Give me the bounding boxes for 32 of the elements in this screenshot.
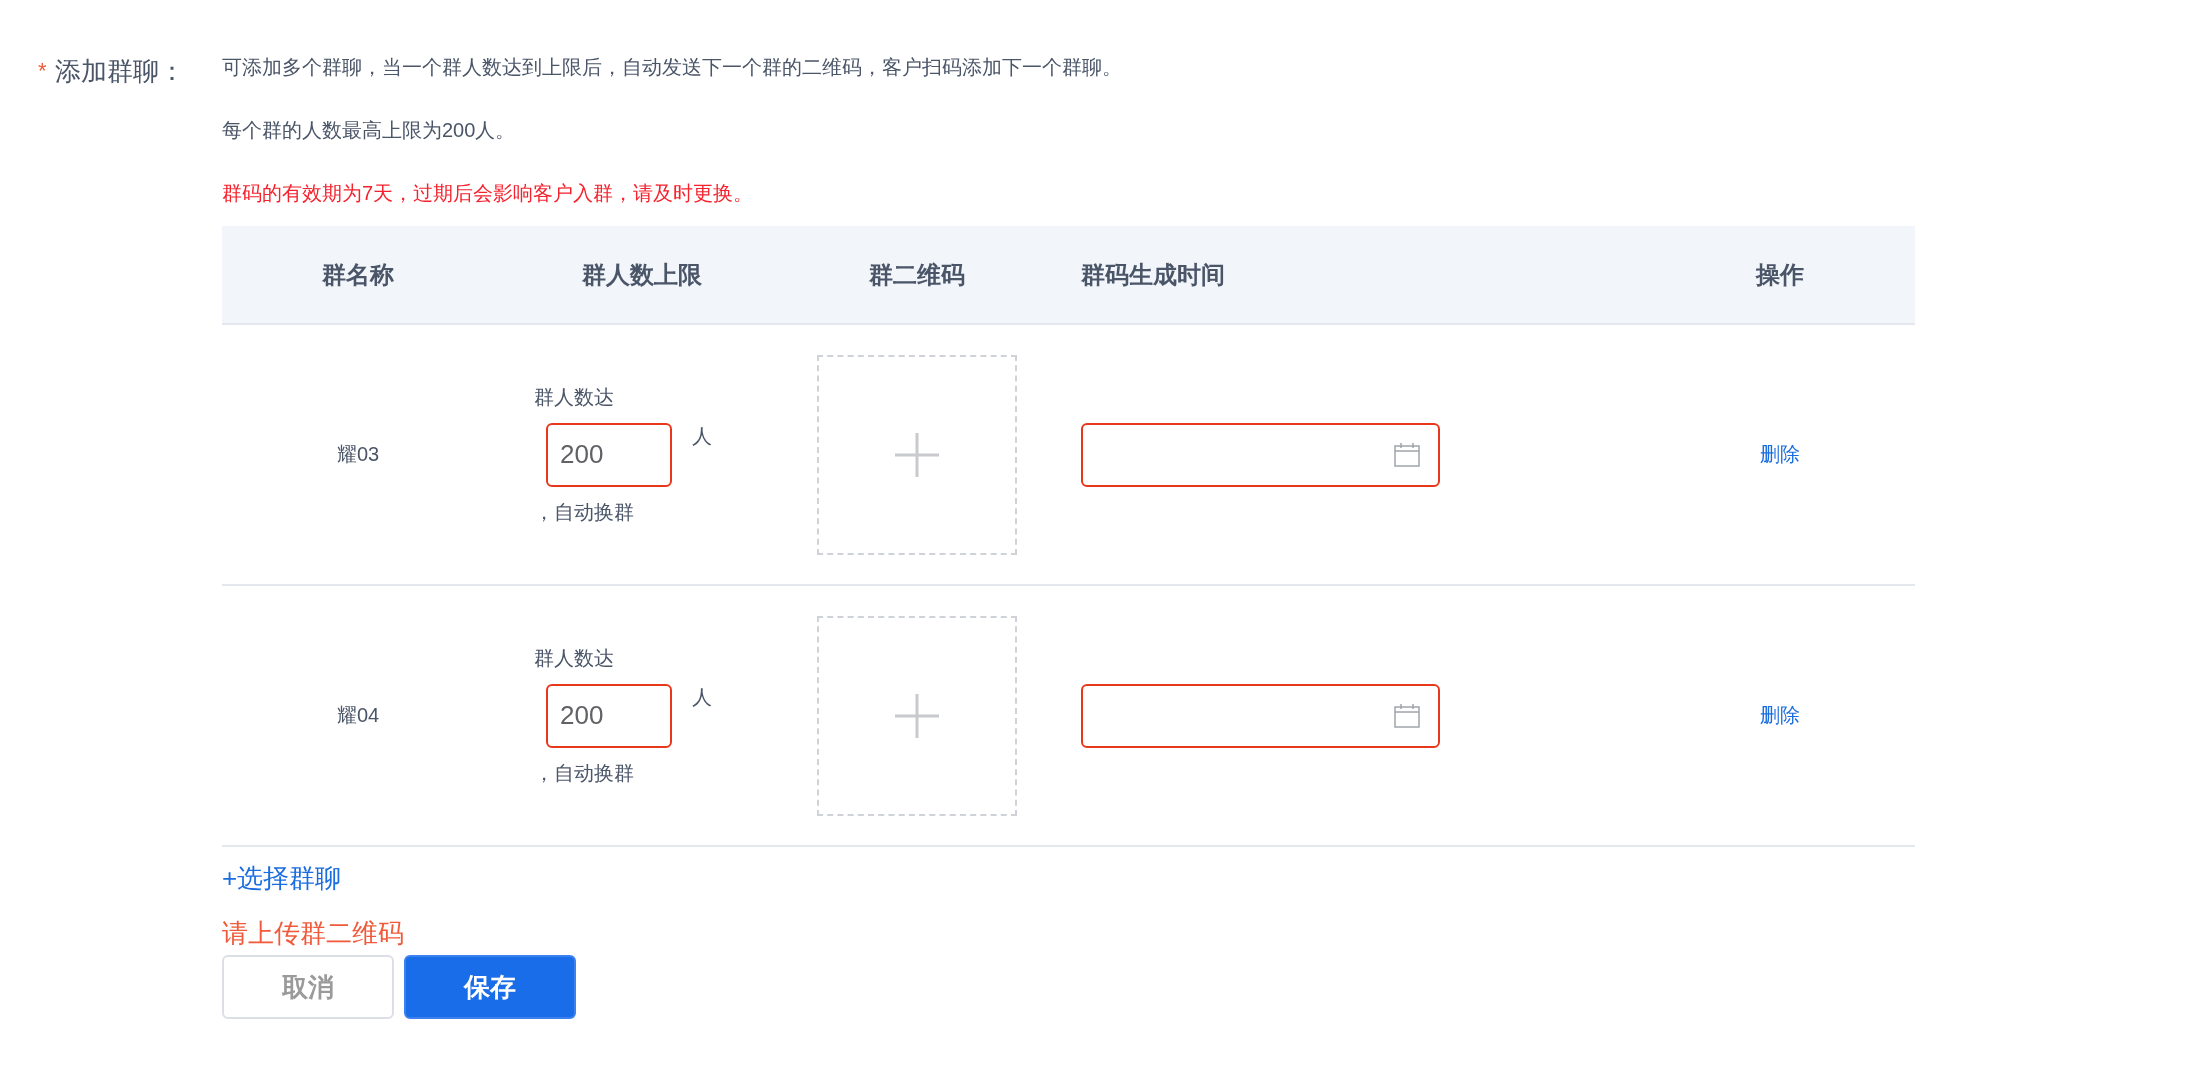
column-header: 操作 — [1644, 226, 1915, 325]
required-mark: * — [38, 57, 47, 85]
cancel-button[interactable]: 取消 — [222, 955, 394, 1019]
limit-input[interactable]: 200 — [546, 422, 672, 487]
column-header: 群二维码 — [789, 226, 1044, 325]
warning-text: 群码的有效期为7天，过期后会影响客户入群，请及时更换。 — [222, 181, 755, 206]
hint-text: 可添加多个群聊，当一个群人数达到上限后，自动发送下一个群的二维码，客户扫码添加下一个群聊。 — [222, 55, 1123, 80]
limit-suffix: ，自动换群 — [534, 499, 635, 525]
limit-label: 群人数达 — [534, 384, 615, 410]
error-message: 请上传群二维码 — [222, 917, 404, 950]
date-picker[interactable] — [1081, 683, 1440, 748]
date-picker[interactable] — [1081, 422, 1440, 487]
group-name: 耀03 — [336, 442, 380, 467]
group-name: 耀04 — [336, 703, 380, 728]
limit-label: 群人数达 — [534, 645, 615, 671]
delete-link[interactable]: 删除 — [1759, 441, 1800, 468]
unit-label: 人 — [692, 423, 712, 449]
limit-suffix: ，自动换群 — [534, 760, 635, 786]
column-header: 群名称 — [222, 226, 494, 325]
add-group-link[interactable]: +选择群聊 — [222, 861, 342, 896]
column-header: 群人数上限 — [494, 226, 789, 325]
save-button[interactable]: 保存 — [404, 955, 576, 1019]
limit-input[interactable]: 200 — [546, 683, 672, 748]
calendar-icon — [1394, 442, 1420, 467]
hint-text: 每个群的人数最高上限为200人。 — [222, 118, 517, 143]
calendar-icon — [1394, 703, 1420, 728]
column-header: 群码生成时间 — [1044, 226, 1644, 325]
plus-icon — [892, 691, 941, 740]
unit-label: 人 — [692, 684, 712, 710]
field-label: 添加群聊： — [54, 55, 185, 88]
delete-link[interactable]: 删除 — [1759, 702, 1800, 729]
plus-icon — [892, 430, 941, 479]
